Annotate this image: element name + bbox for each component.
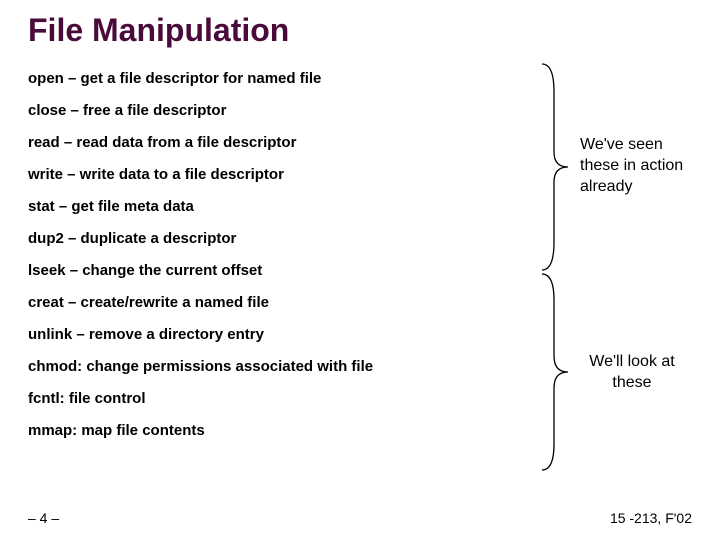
list-item: dup2 – duplicate a descriptor: [28, 230, 438, 248]
annotation-line: We'll look at: [582, 352, 682, 373]
list-item: fcntl: file control: [28, 390, 438, 408]
annotation-line: these: [582, 373, 682, 394]
syscall-list: open – get a file descriptor for named f…: [28, 70, 438, 454]
brace-icon: [540, 272, 570, 472]
brace-icon: [540, 62, 570, 272]
annotation-look: We'll look at these: [582, 352, 682, 394]
list-item: write – write data to a file descriptor: [28, 166, 438, 184]
list-item: mmap: map file contents: [28, 422, 438, 440]
list-item: unlink – remove a directory entry: [28, 326, 438, 344]
page-number: – 4 –: [28, 510, 59, 526]
annotation-line: these in action: [580, 156, 683, 177]
list-item: read – read data from a file descriptor: [28, 134, 438, 152]
list-item: open – get a file descriptor for named f…: [28, 70, 438, 88]
page-title: File Manipulation: [28, 12, 289, 49]
list-item: stat – get file meta data: [28, 198, 438, 216]
list-item: chmod: change permissions associated wit…: [28, 358, 438, 376]
annotation-seen: We've seen these in action already: [580, 135, 683, 197]
annotation-line: already: [580, 177, 683, 198]
annotation-line: We've seen: [580, 135, 683, 156]
course-code: 15 -213, F'02: [610, 510, 692, 526]
list-item: lseek – change the current offset: [28, 262, 438, 280]
list-item: close – free a file descriptor: [28, 102, 438, 120]
slide: File Manipulation open – get a file desc…: [0, 0, 720, 540]
list-item: creat – create/rewrite a named file: [28, 294, 438, 312]
